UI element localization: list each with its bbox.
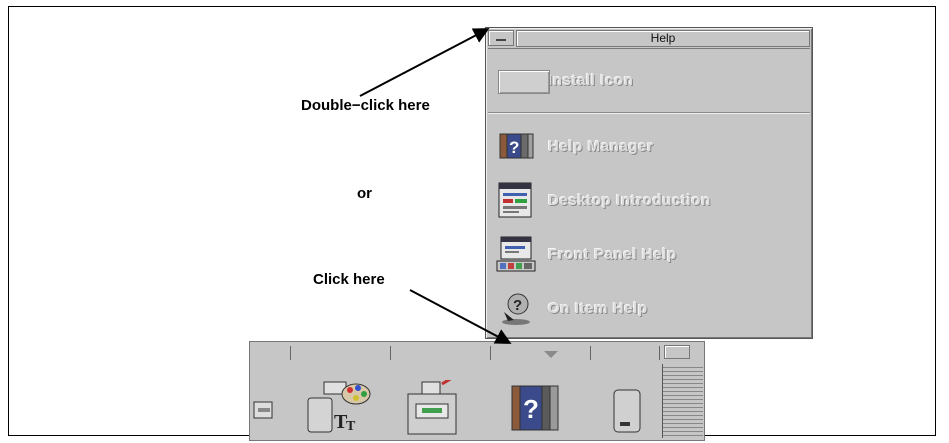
annotation-arrows: [359, 28, 512, 344]
arrow-to-panel-tab: [409, 289, 512, 344]
arrow-to-subpanel-title: [359, 28, 490, 97]
